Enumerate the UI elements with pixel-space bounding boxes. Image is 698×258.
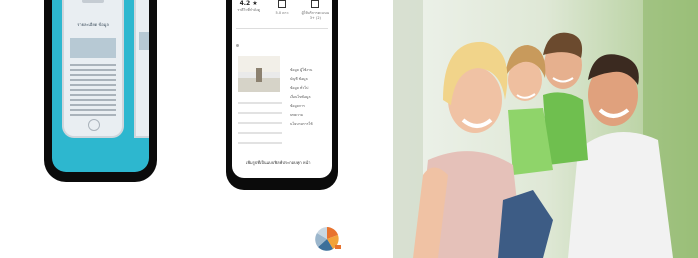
left-phone-screen: รายละเอียด ข้อมูล — [52, 0, 149, 172]
menu-item[interactable]: บัญชี ข้อมูล — [290, 75, 313, 84]
mini-phone-image — [70, 38, 116, 58]
bullet-icon — [236, 44, 239, 47]
download-icon — [277, 0, 286, 8]
family-photo — [393, 0, 698, 258]
menu-item[interactable]: บทความ — [290, 111, 313, 120]
stat-rating: 4.2 ★ ราคีวิวที่กำลังดู — [237, 0, 260, 12]
screenshot-thumbnail — [238, 56, 280, 92]
left-phone-mockup: รายละเอียด ข้อมูล — [44, 0, 157, 182]
info-rows — [238, 102, 282, 152]
brand-logo-icon — [315, 227, 341, 251]
stat-stars: 5.0 ดาว — [267, 0, 297, 21]
mini-phone-text-lines — [70, 64, 116, 119]
menu-list: ข้อมูล ผู้ใช้งาน บัญชี ข้อมูล ข้อมูล ทั่… — [290, 66, 313, 129]
menu-item[interactable]: ข้อมูล ผู้ใช้งาน — [290, 66, 313, 75]
menu-item[interactable]: ข้อมูล ทั่วไป — [290, 84, 313, 93]
mini-phone-front: รายละเอียด ข้อมูล — [62, 0, 124, 138]
age-rating-icon — [311, 0, 320, 8]
menu-item[interactable]: นโยบายการใช้ — [290, 120, 313, 129]
stat-reviews: ผู้ให้บริการคะแนน 3+ (2) — [300, 0, 330, 21]
mini-phone-back — [134, 0, 149, 138]
phone-caption: เพิ่มรูปที่เป็นแบบฟิลฟ์ประกอบทุก หน้า — [246, 160, 311, 165]
middle-phone-mockup: 4.2 ★ ราคีวิวที่กำลังดู 5.0 ดาว ผู้ให้บร… — [226, 0, 338, 190]
menu-item[interactable]: ข้อมูลการ — [290, 102, 313, 111]
divider — [236, 28, 328, 29]
mini-phone-title: รายละเอียด ข้อมูล — [77, 22, 109, 27]
middle-phone-screen: 4.2 ★ ราคีวิวที่กำลังดู 5.0 ดาว ผู้ให้บร… — [232, 0, 332, 178]
stats-bar: 4.2 ★ ราคีวิวที่กำลังดู 5.0 ดาว ผู้ให้บร… — [232, 0, 332, 21]
menu-item[interactable]: เงื่อนไขข้อมูล — [290, 93, 313, 102]
home-button-icon — [88, 119, 100, 131]
